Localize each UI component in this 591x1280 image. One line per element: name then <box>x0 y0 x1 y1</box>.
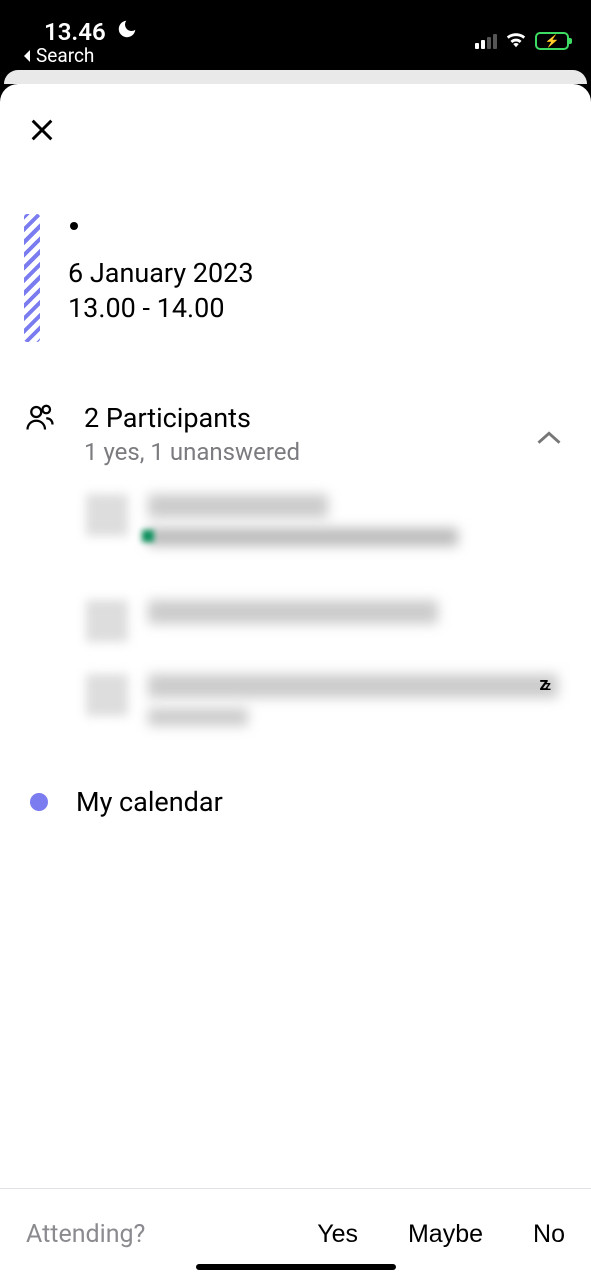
home-indicator[interactable] <box>196 1264 396 1270</box>
participant-name-redacted <box>148 600 438 624</box>
status-left: 13.46 <box>44 18 138 46</box>
rsvp-maybe-button[interactable]: Maybe <box>408 1220 483 1249</box>
event-detail-sheet: 6 January 2023 13.00 - 14.00 2 Participa… <box>0 84 591 1280</box>
status-right: ⚡ <box>475 30 569 52</box>
status-dot <box>142 530 154 542</box>
participant-detail-redacted <box>148 708 248 726</box>
event-time: 13.00 - 14.00 <box>68 291 254 326</box>
participant-name-redacted <box>148 494 328 518</box>
people-icon <box>24 402 56 432</box>
participant-item[interactable] <box>86 600 567 642</box>
avatar <box>86 600 128 642</box>
event-header: 6 January 2023 13.00 - 14.00 <box>0 84 591 342</box>
status-bar: 13.46 Search ⚡ <box>0 0 591 70</box>
close-button[interactable] <box>24 112 60 148</box>
sheet-background-strip <box>4 70 587 84</box>
avatar <box>86 494 128 536</box>
rsvp-no-button[interactable]: No <box>533 1220 565 1249</box>
snooze-icon: zz <box>539 674 547 695</box>
cellular-icon <box>475 34 497 49</box>
calendar-color-dot <box>30 793 48 811</box>
event-info: 6 January 2023 13.00 - 14.00 <box>68 214 254 342</box>
participants-section: 2 Participants 1 yes, 1 unanswered <box>0 342 591 768</box>
calendar-label: My calendar <box>76 786 223 818</box>
participants-header[interactable]: 2 Participants 1 yes, 1 unanswered <box>24 402 567 466</box>
wifi-icon <box>505 30 527 52</box>
calendar-row[interactable]: My calendar <box>0 768 591 818</box>
avatar <box>86 674 128 716</box>
attending-prompt: Attending? <box>26 1220 145 1249</box>
participant-list: zz <box>86 494 567 736</box>
chevron-up-icon <box>535 430 563 450</box>
rsvp-yes-button[interactable]: Yes <box>317 1220 358 1249</box>
participants-title: 2 Participants <box>84 402 567 434</box>
moon-icon <box>116 18 138 46</box>
participant-item[interactable]: zz <box>86 674 567 736</box>
event-color-stripe <box>24 214 40 342</box>
back-to-search[interactable]: Search <box>22 44 94 67</box>
event-date: 6 January 2023 <box>68 256 254 291</box>
participant-item[interactable] <box>86 494 567 568</box>
back-label: Search <box>36 44 94 67</box>
participants-summary: 1 yes, 1 unanswered <box>84 438 567 466</box>
battery-icon: ⚡ <box>535 32 569 50</box>
event-title <box>70 222 78 230</box>
status-time: 13.46 <box>44 18 106 46</box>
participant-name-redacted <box>148 674 558 698</box>
participant-detail-redacted <box>148 528 458 546</box>
